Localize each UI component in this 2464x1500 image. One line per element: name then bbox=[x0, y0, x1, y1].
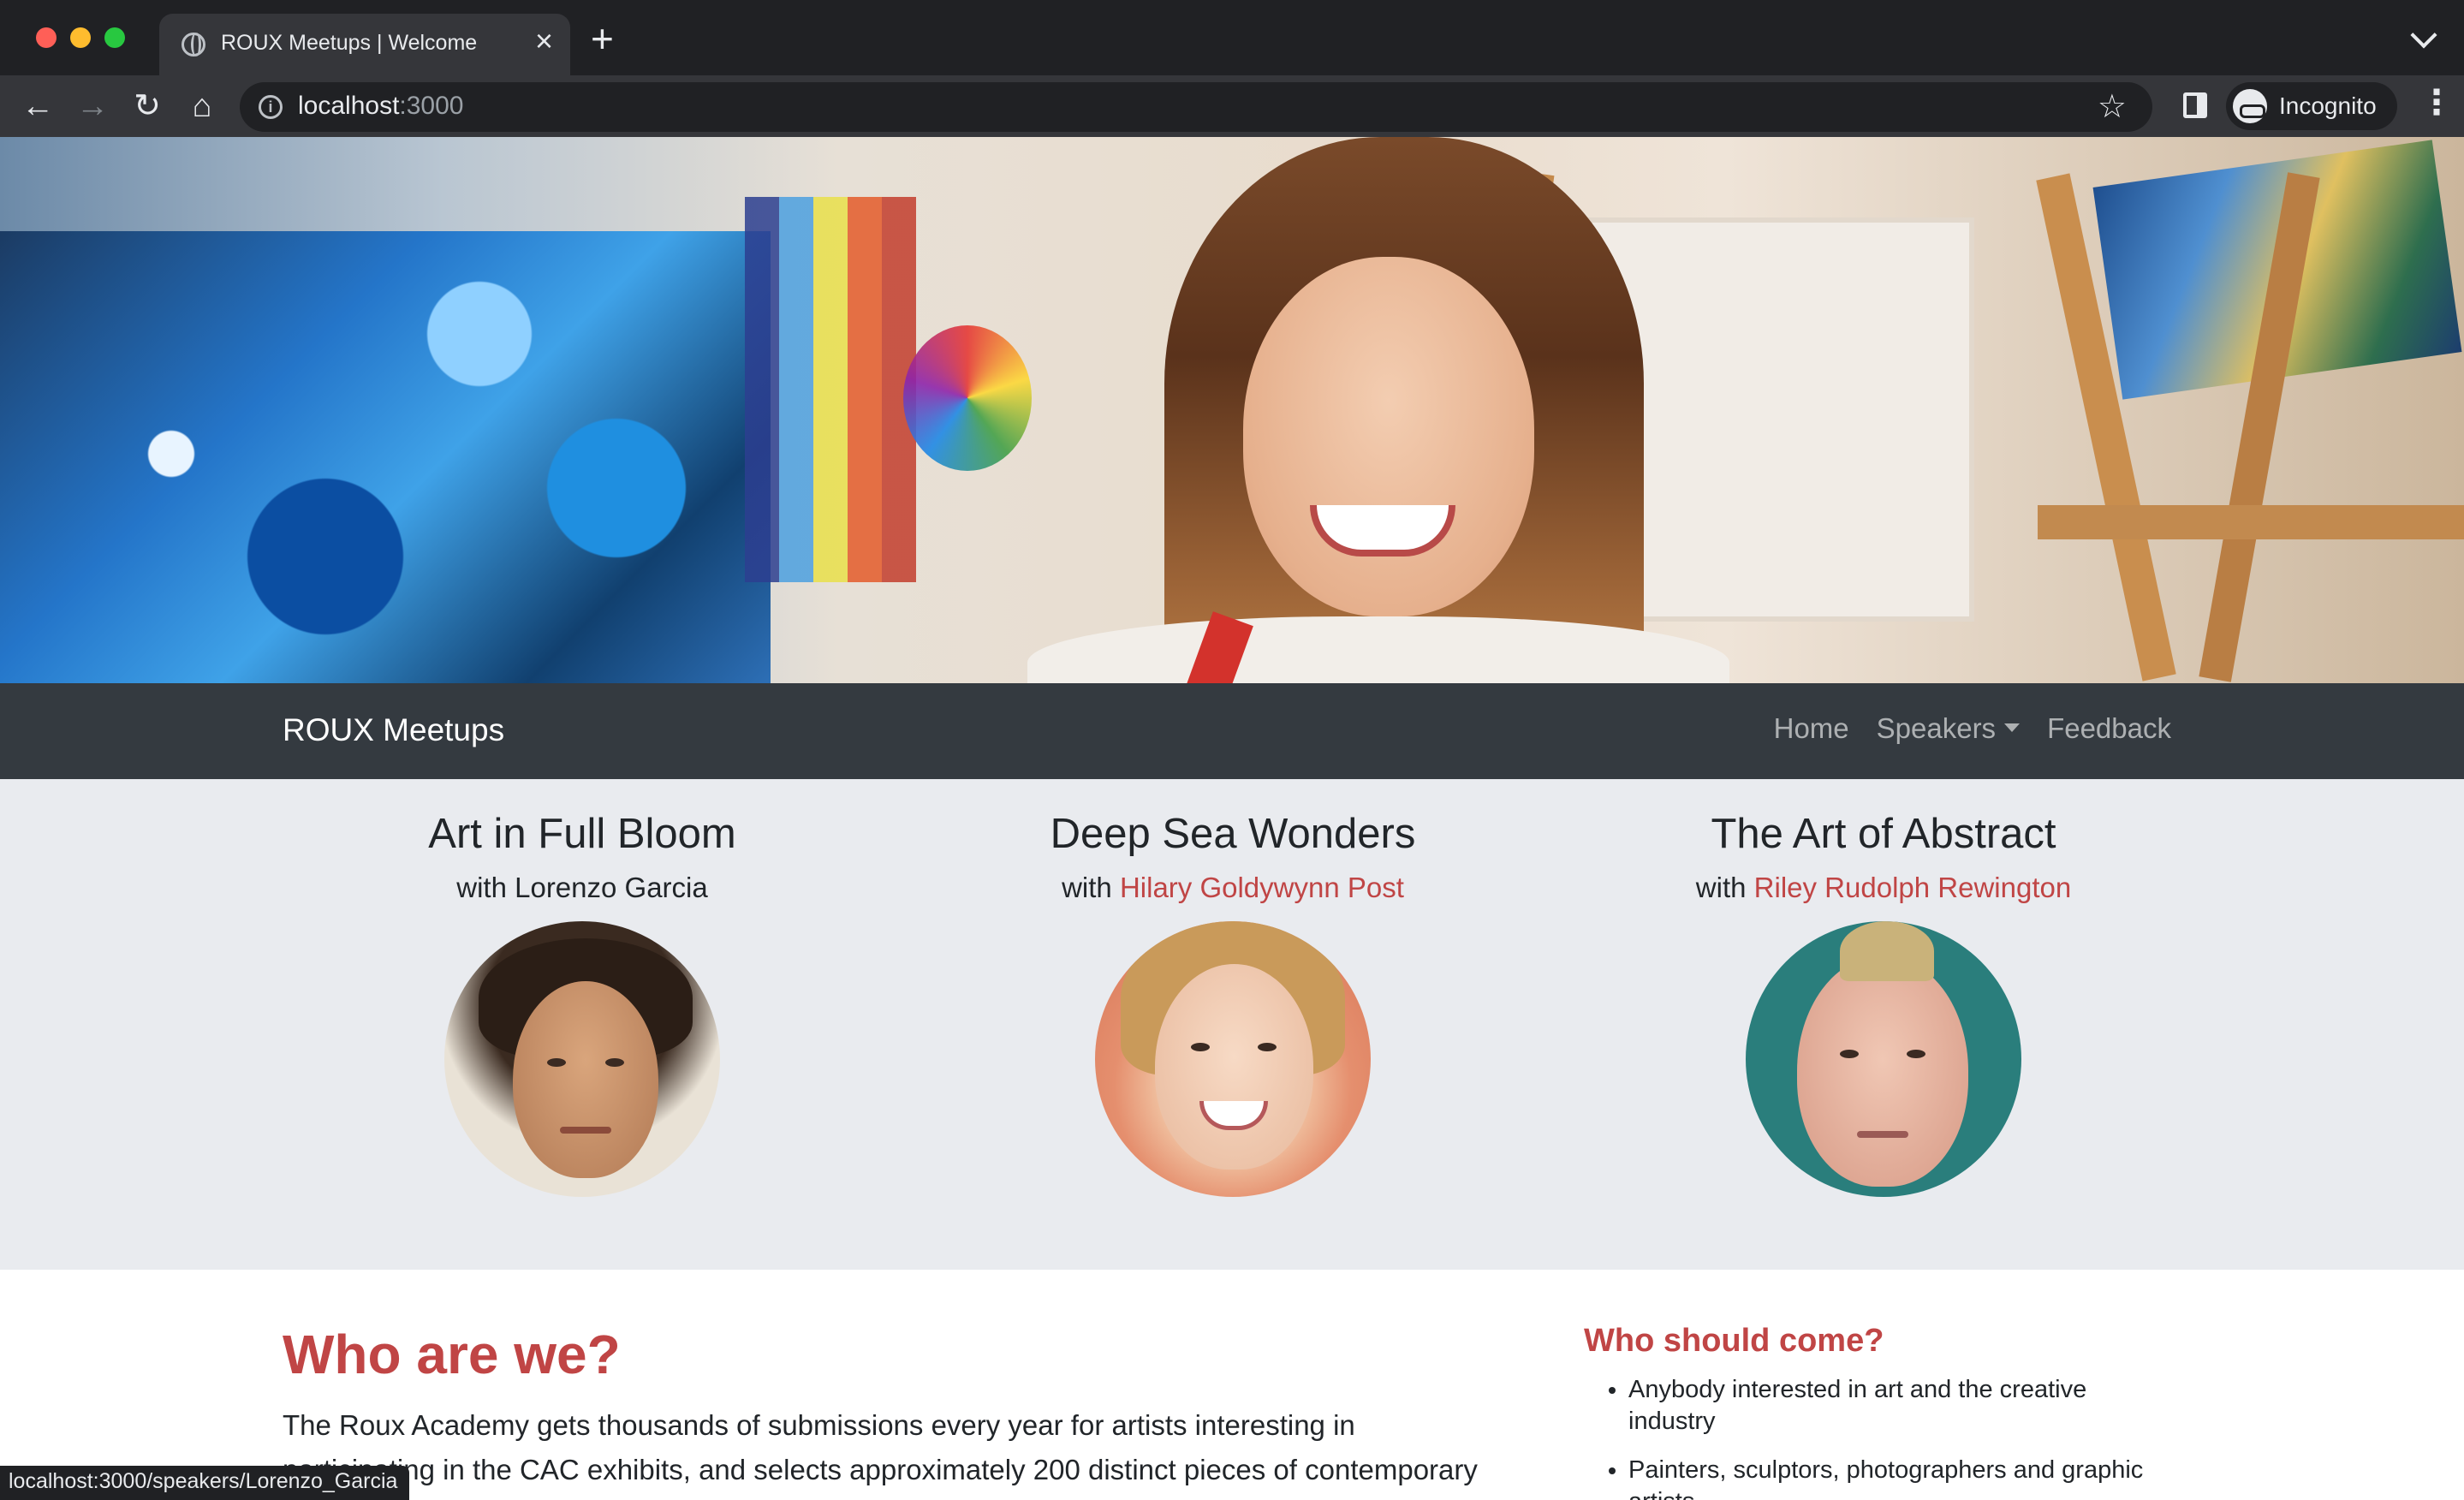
minimize-window-button[interactable] bbox=[70, 27, 91, 48]
avatar-eye bbox=[1191, 1043, 1210, 1051]
url-text[interactable]: localhost:3000 bbox=[298, 92, 463, 121]
avatar-mouth bbox=[560, 1127, 611, 1134]
close-window-button[interactable] bbox=[36, 27, 57, 48]
side-panel-icon[interactable] bbox=[2183, 92, 2207, 118]
avatar-face bbox=[1797, 955, 1968, 1187]
home-icon[interactable]: ⌂ bbox=[182, 86, 223, 127]
avatar-mouth bbox=[1199, 1101, 1268, 1130]
avatar-eye bbox=[1258, 1043, 1277, 1051]
tab-title: ROUX Meetups | Welcome bbox=[221, 31, 478, 55]
session-title: Deep Sea Wonders bbox=[1050, 811, 1416, 857]
who-are-we-text: The Roux Academy gets thousands of submi… bbox=[283, 1409, 1478, 1500]
hero-color-wheel bbox=[903, 325, 1032, 471]
avatar-eye bbox=[1907, 1050, 1925, 1058]
byline-with: with bbox=[1062, 872, 1112, 903]
speaker-card: Art in Full Bloom with Lorenzo Garcia bbox=[325, 779, 839, 1197]
address-bar[interactable]: i localhost:3000 ☆ bbox=[240, 82, 2152, 132]
nav-speakers-label: Speakers bbox=[1876, 712, 1997, 744]
speaker-name-link[interactable]: Riley Rudolph Rewington bbox=[1754, 872, 2072, 903]
browser-tab-strip: ROUX Meetups | Welcome × + bbox=[0, 0, 2464, 75]
who-should-come-list: Anybody interested in art and the creati… bbox=[1628, 1374, 2176, 1500]
tab-close-button[interactable]: × bbox=[535, 26, 553, 57]
back-arrow-icon[interactable]: ← bbox=[17, 86, 58, 127]
avatar-face bbox=[1155, 964, 1313, 1170]
list-item: Anybody interested in art and the creati… bbox=[1628, 1374, 2176, 1438]
site-info-icon[interactable]: i bbox=[259, 95, 283, 119]
browser-toolbar: ← → ↻ ⌂ i localhost:3000 ☆ bbox=[0, 75, 2464, 137]
speaker-avatar[interactable] bbox=[1095, 921, 1371, 1197]
zoom-window-button[interactable] bbox=[104, 27, 125, 48]
nav-speakers-dropdown[interactable]: Speakers bbox=[1876, 712, 2021, 745]
who-are-we-heading: Who are we? bbox=[283, 1324, 621, 1385]
avatar-mouth bbox=[1857, 1131, 1908, 1138]
new-tab-button[interactable]: + bbox=[591, 19, 614, 58]
page-viewport: ROUX Meetups Home Speakers Feedback Art … bbox=[0, 137, 2464, 1500]
speaker-byline: with Hilary Goldywynn Post bbox=[976, 872, 1490, 904]
speaker-name-link[interactable]: Hilary Goldywynn Post bbox=[1120, 872, 1404, 903]
byline-with: with bbox=[1695, 872, 1747, 903]
byline-with: with bbox=[456, 872, 507, 903]
nav-feedback-link[interactable]: Feedback bbox=[2047, 712, 2171, 745]
session-title: The Art of Abstract bbox=[1711, 811, 2056, 857]
avatar-face bbox=[513, 981, 658, 1178]
hero-image bbox=[0, 137, 2464, 683]
hero-person-face bbox=[1243, 257, 1534, 616]
avatar-hair bbox=[1840, 921, 1934, 981]
browser-menu-icon[interactable]: ⋮ bbox=[2419, 86, 2454, 120]
bookmark-star-icon[interactable]: ☆ bbox=[2098, 87, 2127, 126]
navbar-brand[interactable]: ROUX Meetups bbox=[283, 712, 504, 748]
avatar-eye bbox=[547, 1058, 566, 1067]
browser-tab[interactable]: ROUX Meetups | Welcome × bbox=[159, 14, 570, 75]
incognito-icon bbox=[2233, 89, 2267, 123]
nav-home-link[interactable]: Home bbox=[1774, 712, 1849, 745]
hero-color-swatches bbox=[745, 197, 916, 582]
globe-icon bbox=[182, 33, 205, 57]
session-title: Art in Full Bloom bbox=[428, 811, 736, 857]
speaker-byline: with Lorenzo Garcia bbox=[325, 872, 839, 904]
caret-down-icon bbox=[2004, 723, 2021, 732]
hero-easel-bar bbox=[2038, 505, 2464, 539]
tab-search-chevron-icon[interactable] bbox=[2410, 21, 2437, 49]
list-item: Painters, sculptors, photographers and g… bbox=[1628, 1455, 2176, 1500]
avatar-eye bbox=[1840, 1050, 1859, 1058]
forward-arrow-icon[interactable]: → bbox=[72, 86, 113, 127]
profile-label: Incognito bbox=[2279, 92, 2377, 119]
speaker-card: The Art of Abstract with Riley Rudolph R… bbox=[1627, 779, 2140, 1197]
reload-icon[interactable]: ↻ bbox=[127, 86, 168, 127]
hero-abstract-painting bbox=[0, 231, 771, 683]
speaker-name[interactable]: Lorenzo Garcia bbox=[515, 872, 708, 903]
hero-easel-canvas bbox=[1592, 223, 1969, 616]
status-bar-url: localhost:3000/speakers/Lorenzo_Garcia bbox=[0, 1466, 410, 1500]
speaker-card: Deep Sea Wonders with Hilary Goldywynn P… bbox=[976, 779, 1490, 1197]
speaker-avatar[interactable] bbox=[444, 921, 720, 1197]
profile-button[interactable]: Incognito bbox=[2226, 82, 2397, 130]
avatar-eye bbox=[605, 1058, 624, 1067]
site-navbar: ROUX Meetups Home Speakers Feedback bbox=[0, 683, 2464, 779]
speaker-byline: with Riley Rudolph Rewington bbox=[1627, 872, 2140, 904]
speakers-section: Art in Full Bloom with Lorenzo Garcia De… bbox=[0, 779, 2464, 1270]
who-should-come-heading: Who should come? bbox=[1584, 1323, 1884, 1359]
navbar-links: Home Speakers Feedback bbox=[1774, 712, 2171, 745]
speaker-avatar[interactable] bbox=[1746, 921, 2021, 1197]
